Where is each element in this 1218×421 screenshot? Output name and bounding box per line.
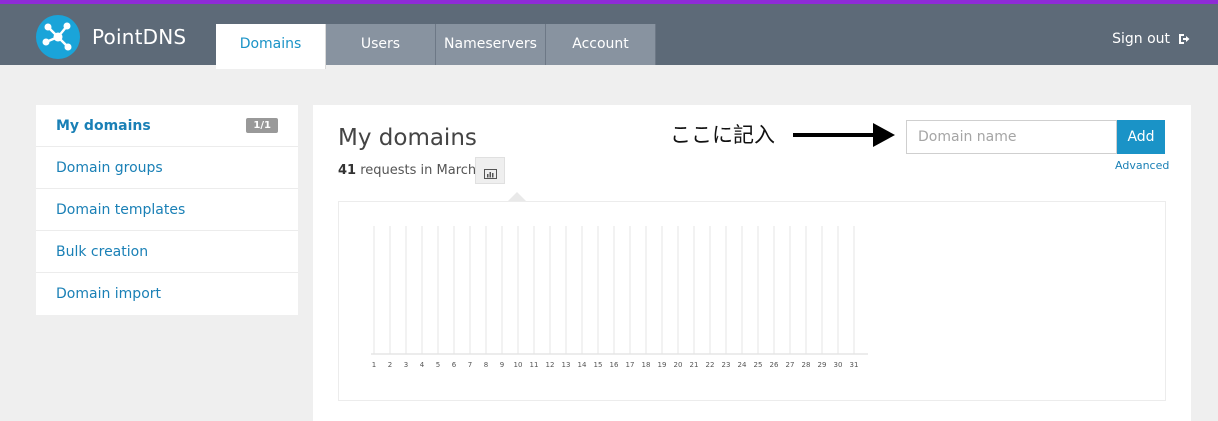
chart-tick-label: 4 [420, 361, 425, 369]
chart-tick-label: 10 [514, 361, 523, 369]
sidebar-item-label: Domain groups [56, 160, 163, 176]
domain-name-input[interactable] [906, 120, 1117, 154]
chart-tick-label: 3 [404, 361, 408, 369]
network-icon [36, 15, 80, 59]
requests-chart: 1 2 3 4 5 6 7 8 9 10 11 12 13 14 15 16 17 18 19 20 21 22 23 24 2… [338, 201, 1166, 401]
signout-link[interactable]: Sign out [1112, 31, 1190, 47]
chart-tick-label: 23 [722, 361, 731, 369]
sidebar-item-domain-templates[interactable]: Domain templates [36, 189, 298, 231]
advanced-link[interactable]: Advanced [1115, 159, 1169, 172]
chart-tick-label: 27 [786, 361, 795, 369]
chart-tick-label: 15 [594, 361, 603, 369]
chart-tick-label: 25 [754, 361, 763, 369]
requests-count: 41 [338, 163, 357, 178]
chart-tick-label: 9 [500, 361, 504, 369]
sign-out-icon [1178, 33, 1190, 45]
sidebar-item-domain-import[interactable]: Domain import [36, 273, 298, 315]
annotation-text: ここに記入 [670, 123, 775, 147]
sidebar-item-label: Domain import [56, 286, 161, 302]
chart-tick-label: 16 [610, 361, 619, 369]
chart-tick-label: 26 [770, 361, 779, 369]
chart-tick-label: 2 [388, 361, 392, 369]
chart-tick-label: 14 [578, 361, 587, 369]
requests-summary: 41 requests in March [338, 163, 476, 178]
chart-tick-label: 8 [484, 361, 488, 369]
sidebar-item-label: Bulk creation [56, 244, 149, 260]
chart-tick-label: 12 [546, 361, 555, 369]
arrow-right-icon [793, 123, 895, 147]
main-tabs: Domains Users Nameservers Account [216, 24, 656, 69]
chart-tick-label: 11 [530, 361, 539, 369]
chart-tick-label: 5 [436, 361, 440, 369]
chart-tick-label: 18 [642, 361, 651, 369]
chart-tick-label: 29 [818, 361, 827, 369]
chart-tick-label: 6 [452, 361, 457, 369]
add-button[interactable]: Add [1117, 120, 1165, 154]
chart-canvas: 1 2 3 4 5 6 7 8 9 10 11 12 13 14 15 16 17 18 19 20 21 22 23 24 2… [371, 226, 868, 369]
requests-suffix: requests in March [360, 163, 477, 178]
tab-domains[interactable]: Domains [216, 24, 326, 69]
chart-tick-label: 28 [802, 361, 811, 369]
chart-tick-label: 22 [706, 361, 715, 369]
brand-logo[interactable]: PointDNS [36, 15, 186, 59]
chart-tick-label: 19 [658, 361, 667, 369]
tab-account[interactable]: Account [546, 24, 656, 65]
chart-tick-label: 20 [674, 361, 683, 369]
chart-toggle-button[interactable] [475, 157, 505, 184]
sidebar: My domains 1/1 Domain groups Domain temp… [36, 105, 298, 315]
top-navbar: PointDNS Domains Users Nameservers Accou… [0, 0, 1218, 69]
tab-users[interactable]: Users [326, 24, 436, 65]
chart-tick-label: 7 [468, 361, 472, 369]
chart-tick-label: 13 [562, 361, 571, 369]
sidebar-item-my-domains[interactable]: My domains 1/1 [36, 105, 298, 147]
chart-pointer [508, 192, 526, 201]
signout-label: Sign out [1112, 31, 1170, 47]
sidebar-item-bulk-creation[interactable]: Bulk creation [36, 231, 298, 273]
domain-count-badge: 1/1 [246, 118, 278, 133]
chart-tick-label: 30 [834, 361, 843, 369]
tab-nameservers[interactable]: Nameservers [436, 24, 546, 65]
chart-tick-label: 21 [690, 361, 699, 369]
brand-name: PointDNS [92, 25, 187, 49]
bar-chart-icon [484, 166, 497, 179]
sidebar-item-label: Domain templates [56, 202, 186, 218]
chart-tick-label: 31 [850, 361, 859, 369]
chart-tick-label: 17 [626, 361, 635, 369]
chart-tick-label: 1 [372, 361, 376, 369]
chart-tick-label: 24 [738, 361, 747, 369]
sidebar-item-domain-groups[interactable]: Domain groups [36, 147, 298, 189]
sidebar-item-label: My domains [56, 118, 151, 134]
page-title: My domains [338, 125, 477, 151]
main-panel: My domains 41 requests in March ここに記入 Ad… [313, 105, 1191, 421]
